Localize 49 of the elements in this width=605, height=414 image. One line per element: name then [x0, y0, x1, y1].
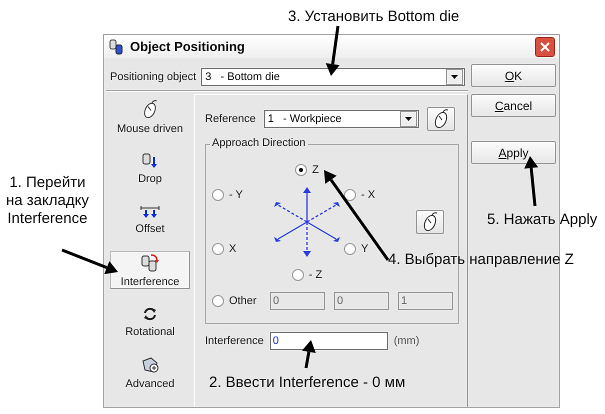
radio-label: - X: [361, 188, 376, 200]
radio-label: Z: [312, 164, 319, 176]
unit-label: (mm): [394, 335, 420, 347]
interference-icon: [139, 252, 161, 272]
sidebar-tab[interactable]: Advanced: [110, 353, 190, 391]
caret-icon: [451, 74, 458, 78]
field-label: Reference: [205, 113, 256, 125]
radio-label: - Y: [229, 188, 243, 200]
radio-button[interactable]: [212, 242, 224, 254]
mouse-pick-button[interactable]: [416, 210, 444, 234]
close-icon: [540, 42, 550, 52]
window-title: Object Positioning: [130, 39, 246, 54]
radio-button[interactable]: [295, 164, 308, 176]
group-title: Approach Direction: [210, 137, 308, 149]
radio-button[interactable]: [212, 188, 224, 200]
radio-label: Y: [361, 242, 368, 254]
radio-label: X: [229, 242, 236, 254]
caret-icon: [404, 117, 412, 121]
dialog-button[interactable]: Cancel: [471, 94, 556, 117]
dropdown[interactable]: 1 - Workpiece: [264, 110, 419, 128]
dialog-button[interactable]: Apply: [471, 141, 556, 164]
sidebar-tab[interactable]: Interference: [110, 251, 190, 289]
field-label: Interference: [205, 335, 264, 347]
radio-button[interactable]: [292, 269, 304, 281]
annotation-arrow: [302, 340, 316, 368]
field-label: Positioning object: [110, 70, 196, 82]
radio-button[interactable]: [212, 295, 224, 307]
annotation-text: 5. Нажать Apply: [487, 211, 598, 229]
drop-icon: [140, 152, 160, 170]
radio-label: - Z: [308, 269, 322, 281]
offset-icon: [139, 204, 161, 220]
annotation-text: 1. Перейти на закладку Interference: [6, 174, 89, 228]
sidebar-tab[interactable]: Drop: [110, 149, 190, 187]
radio-label: Other: [229, 295, 257, 307]
annotation-arrow: [326, 26, 340, 76]
radio-button[interactable]: [344, 188, 356, 200]
input-field[interactable]: 0: [270, 332, 388, 350]
annotation-arrow: [61, 248, 118, 274]
dialog-button[interactable]: OK: [471, 64, 556, 87]
sidebar-tab[interactable]: Rotational: [110, 302, 190, 340]
annotation-text: 3. Установить Bottom die: [288, 8, 460, 26]
sidebar-tab[interactable]: Mouse driven: [110, 98, 190, 136]
annotation-text: 4. Выбрать направление Z: [388, 251, 574, 269]
radio-button[interactable]: [344, 242, 356, 254]
annotation-text: 2. Ввести Interference - 0 мм: [209, 374, 406, 392]
sidebar-tab[interactable]: Offset: [110, 200, 190, 238]
dropdown[interactable]: 3 - Bottom die: [201, 68, 466, 86]
close-button[interactable]: [535, 36, 555, 56]
mouse-pick-button[interactable]: [426, 107, 455, 131]
